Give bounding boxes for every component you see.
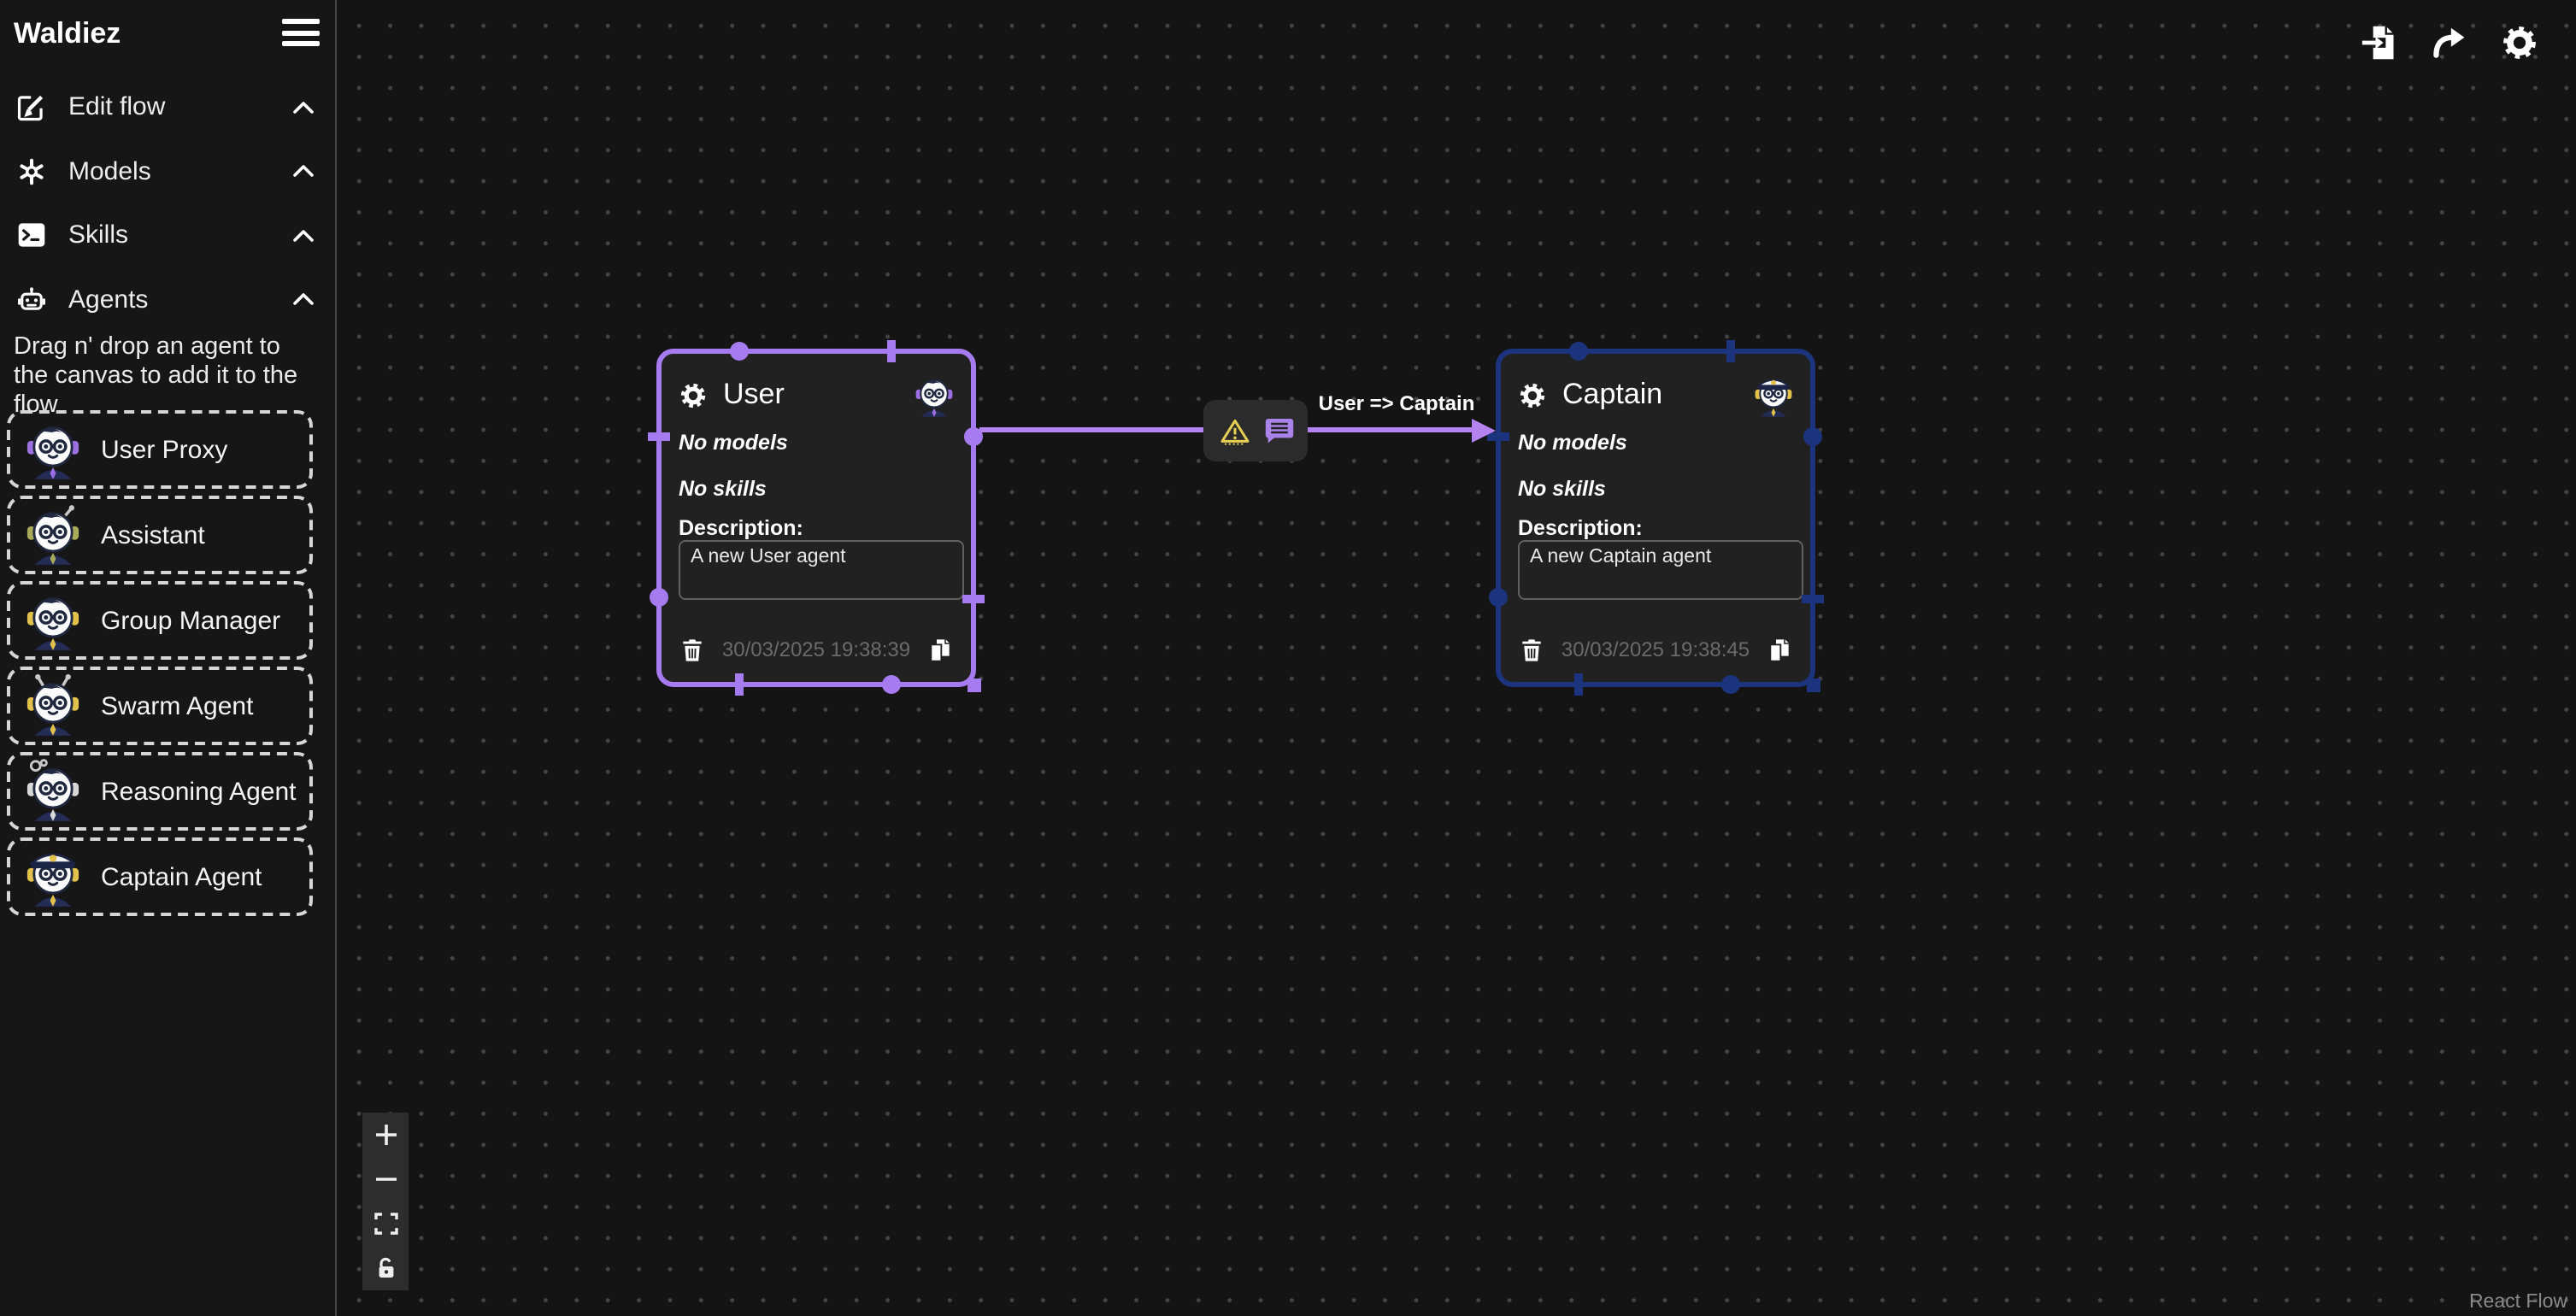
handle-bottom-target[interactable]: [735, 673, 744, 696]
handle-right-target[interactable]: [1802, 594, 1824, 602]
canvas-controls: [362, 1113, 409, 1290]
agent-list-item-reasoning-agent[interactable]: Reasoning Agent: [7, 752, 313, 831]
sidebar-nav: Edit flow Models Skills Agents: [0, 75, 335, 332]
export-flow-icon[interactable]: [2429, 22, 2470, 63]
edge-arrowhead-icon: [1472, 418, 1496, 442]
hamburger-icon[interactable]: [282, 15, 320, 50]
models-status: No models: [679, 431, 788, 455]
models-status: No models: [1518, 431, 1627, 455]
description-label: Description:: [679, 516, 803, 540]
agent-avatar-icon: [21, 502, 85, 567]
import-flow-icon[interactable]: [2359, 22, 2400, 63]
skills-status: No skills: [679, 477, 767, 501]
agent-avatar-icon: [21, 759, 85, 824]
agent-avatar-icon: [21, 588, 85, 653]
edit-icon: [15, 92, 46, 123]
description-input[interactable]: A new User agent: [679, 540, 964, 600]
description-input[interactable]: A new Captain agent: [1518, 540, 1803, 600]
skills-status: No skills: [1518, 477, 1606, 501]
sidebar-item-models[interactable]: Models: [0, 139, 335, 203]
handle-bottom-source[interactable]: [883, 675, 902, 694]
description-label: Description:: [1518, 516, 1643, 540]
agent-avatar-icon: [21, 673, 85, 738]
warning-icon: [1218, 416, 1250, 445]
handle-right-source[interactable]: [1803, 426, 1822, 445]
node-footer: 30/03/2025 19:38:45: [1518, 629, 1793, 670]
handle-top-target[interactable]: [1727, 340, 1736, 362]
delete-node-trash-icon[interactable]: [679, 635, 706, 664]
node-footer: 30/03/2025 19:38:39: [679, 629, 954, 670]
copy-node-icon[interactable]: [1766, 635, 1793, 664]
agent-avatar-icon: [21, 417, 85, 482]
agent-list-item-swarm-agent[interactable]: Swarm Agent: [7, 667, 313, 745]
node-header: Captain: [1518, 371, 1797, 419]
fit-view-icon[interactable]: [362, 1201, 409, 1246]
agent-list-item-user-proxy[interactable]: User Proxy: [7, 410, 313, 489]
node-settings-gear-icon[interactable]: [679, 380, 708, 409]
agent-palette: User Proxy Assistant Group Manager Swarm…: [7, 410, 313, 923]
handle-top-source[interactable]: [1569, 342, 1588, 361]
zoom-in-icon[interactable]: [362, 1113, 409, 1157]
node-timestamp: 30/03/2025 19:38:39: [722, 637, 910, 661]
sidebar-item-skills[interactable]: Skills: [0, 203, 335, 267]
edge-label: User => Captain: [1318, 391, 1475, 415]
handle-right-target[interactable]: [962, 594, 985, 602]
delete-node-trash-icon[interactable]: [1518, 635, 1545, 664]
app-window: Waldiez Edit flow Models Skills Agents D…: [0, 0, 2576, 1316]
chevron-up-icon[interactable]: [292, 101, 315, 115]
agent-list-item-captain-agent[interactable]: Captain Agent: [7, 837, 313, 916]
robot-icon: [15, 285, 46, 315]
node-title: Captain: [1562, 378, 1662, 412]
node-settings-gear-icon[interactable]: [1518, 380, 1547, 409]
canvas-toolbar: [2359, 22, 2540, 63]
node-title: User: [723, 378, 785, 412]
handle-left-source[interactable]: [1489, 587, 1508, 606]
sidebar: Waldiez Edit flow Models Skills Agents D…: [0, 0, 337, 1316]
app-title: Waldiez: [14, 17, 121, 51]
handle-left-source[interactable]: [650, 587, 668, 606]
lock-toggle-icon[interactable]: [362, 1246, 409, 1290]
handle-left-target[interactable]: [648, 432, 670, 440]
agent-avatar-icon: [21, 844, 85, 909]
agent-node-user[interactable]: User No models No skills Description: A …: [656, 349, 976, 687]
node-header: User: [679, 371, 957, 419]
copy-node-icon[interactable]: [926, 635, 954, 664]
chevron-up-icon[interactable]: [292, 229, 315, 243]
chevron-up-icon[interactable]: [292, 293, 315, 307]
agent-avatar-icon: [911, 372, 957, 418]
handle-right-source[interactable]: [964, 426, 983, 445]
reactflow-attribution: React Flow: [2469, 1292, 2567, 1313]
chat-bubble-icon[interactable]: [1264, 417, 1293, 444]
handle-bottom-target[interactable]: [1574, 673, 1583, 696]
sidebar-hint: Drag n' drop an agent to the canvas to a…: [14, 333, 321, 420]
openai-icon: [15, 156, 46, 187]
chevron-up-icon[interactable]: [292, 165, 315, 179]
resize-handle[interactable]: [967, 678, 980, 691]
agent-list-item-group-manager[interactable]: Group Manager: [7, 581, 313, 660]
handle-top-source[interactable]: [730, 342, 749, 361]
edge-label-box[interactable]: [1203, 400, 1308, 461]
terminal-icon: [15, 220, 46, 251]
agent-avatar-icon: [1750, 372, 1797, 418]
sidebar-item-agents[interactable]: Agents: [0, 267, 335, 332]
settings-gear-icon[interactable]: [2499, 22, 2540, 63]
handle-top-target[interactable]: [888, 340, 897, 362]
agent-node-captain[interactable]: Captain No models No skills Description:…: [1496, 349, 1815, 687]
resize-handle[interactable]: [1806, 678, 1820, 691]
sidebar-item-edit-flow[interactable]: Edit flow: [0, 75, 335, 139]
flow-canvas[interactable]: User => Captain User No: [337, 0, 2576, 1316]
agent-list-item-assistant[interactable]: Assistant: [7, 496, 313, 574]
node-timestamp: 30/03/2025 19:38:45: [1561, 637, 1750, 661]
zoom-out-icon[interactable]: [362, 1157, 409, 1201]
handle-bottom-source[interactable]: [1722, 675, 1741, 694]
